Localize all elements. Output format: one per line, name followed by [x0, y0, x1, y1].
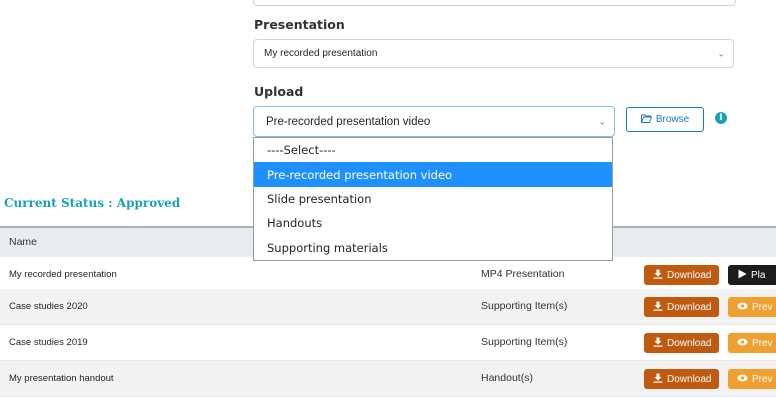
column-header-name: Name	[9, 236, 38, 248]
dropdown-option-handouts[interactable]: Handouts	[254, 211, 612, 235]
download-icon	[653, 269, 663, 282]
table-row: My presentation handout Handout(s) Downl…	[0, 361, 776, 397]
row-name: My presentation handout	[9, 373, 114, 384]
play-button[interactable]: Pla	[728, 265, 776, 285]
row-type: Handout(s)	[481, 372, 533, 384]
upload-type-select[interactable]: Pre-recorded presentation video ⌄	[253, 106, 615, 137]
presentation-select-value: My recorded presentation	[264, 48, 378, 59]
row-name: Case studies 2019	[9, 337, 88, 348]
presentation-label: Presentation	[254, 17, 345, 32]
download-button-label: Download	[667, 301, 712, 313]
download-icon	[653, 301, 663, 314]
preview-button[interactable]: Prev	[728, 333, 776, 353]
row-type: Supporting Item(s)	[481, 300, 568, 312]
presentation-select[interactable]: My recorded presentation ⌄	[253, 39, 734, 68]
preview-button[interactable]: Prev	[728, 297, 776, 317]
download-button[interactable]: Download	[644, 297, 719, 317]
download-button-label: Download	[667, 337, 712, 349]
chevron-down-icon: ⌄	[717, 48, 725, 58]
eye-icon	[737, 374, 748, 385]
download-button-label: Download	[667, 373, 712, 385]
dropdown-option-prerecorded-video[interactable]: Pre-recorded presentation video	[254, 162, 612, 187]
eye-icon	[737, 338, 748, 349]
browse-button-label: Browse	[655, 114, 690, 125]
preview-button-label: Prev	[752, 373, 773, 385]
upload-type-dropdown-list[interactable]: ----Select---- Pre-recorded presentation…	[253, 137, 613, 261]
upload-label: Upload	[254, 84, 304, 99]
folder-open-icon	[640, 114, 652, 126]
eye-icon	[737, 302, 748, 313]
info-icon-glyph: i	[719, 113, 723, 123]
previous-field-input[interactable]	[253, 0, 736, 6]
row-type: MP4 Presentation	[481, 268, 565, 280]
preview-button[interactable]: Prev	[728, 369, 776, 389]
download-icon	[653, 337, 663, 350]
download-button[interactable]: Download	[644, 333, 719, 353]
dropdown-option-supporting-materials[interactable]: Supporting materials	[254, 236, 612, 260]
download-button-label: Download	[667, 269, 712, 281]
info-icon[interactable]: i	[715, 112, 727, 124]
dropdown-option-slide-presentation[interactable]: Slide presentation	[254, 187, 612, 211]
upload-type-select-value: Pre-recorded presentation video	[266, 115, 431, 128]
browse-button[interactable]: Browse	[626, 107, 704, 132]
preview-button-label: Prev	[752, 337, 773, 349]
download-icon	[653, 373, 663, 386]
current-status-heading: Current Status : Approved	[4, 196, 181, 210]
play-button-label: Pla	[751, 269, 766, 281]
table-row: My recorded presentation MP4 Presentatio…	[0, 257, 776, 293]
row-type: Supporting Item(s)	[481, 336, 568, 348]
row-name: Case studies 2020	[9, 301, 88, 312]
chevron-down-icon: ⌄	[598, 116, 606, 126]
table-row: Case studies 2019 Supporting Item(s) Dow…	[0, 325, 776, 361]
row-name: My recorded presentation	[9, 269, 117, 280]
play-icon	[738, 269, 747, 282]
dropdown-option-select[interactable]: ----Select----	[254, 138, 612, 162]
preview-button-label: Prev	[752, 301, 773, 313]
download-button[interactable]: Download	[644, 369, 719, 389]
download-button[interactable]: Download	[644, 265, 719, 285]
table-row: Case studies 2020 Supporting Item(s) Dow…	[0, 289, 776, 325]
